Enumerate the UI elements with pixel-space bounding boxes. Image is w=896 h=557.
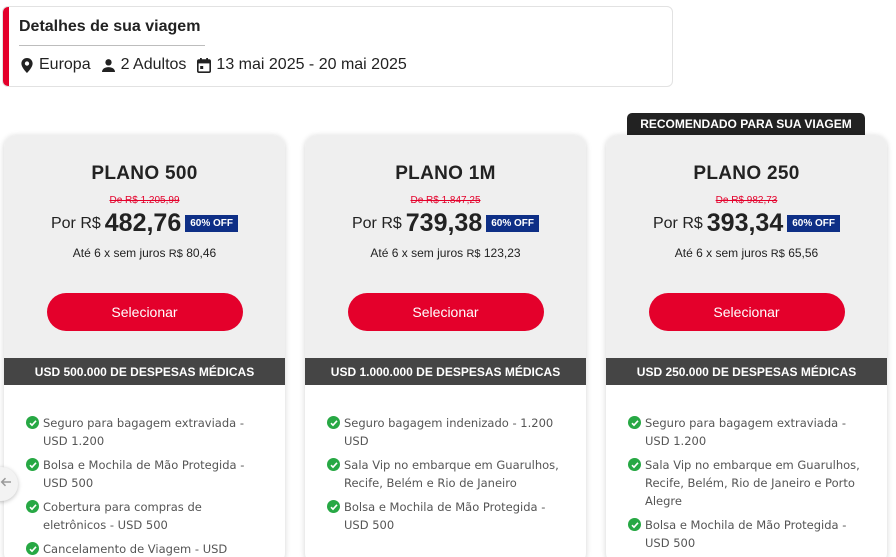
installment-currency: R$: [770, 248, 785, 260]
plan-old-price: De R$ 1.205,99: [109, 195, 180, 206]
select-plan-button[interactable]: Selecionar: [46, 293, 243, 331]
installment-value: 80,46: [182, 246, 217, 260]
discount-badge: 60% OFF: [185, 215, 239, 232]
feature-text: Bolsa e Mochila de Mão Protegida - USD 5…: [43, 458, 245, 490]
plan-card-500: PLANO 500 De R$ 1.205,99 Por R$ 482,76 6…: [4, 135, 285, 557]
trip-dates: 13 mai 2025 - 20 mai 2025: [196, 56, 407, 74]
check-circle-icon: [327, 416, 340, 429]
feature-item: Seguro para bagagem extraviada - USD 1.2…: [26, 414, 259, 450]
feature-text: Sala Vip no embarque em Guarulhos, Recif…: [344, 458, 559, 490]
installment-value: 123,23: [480, 246, 521, 260]
installment-text: Até 6 x sem juros: [72, 246, 169, 260]
check-circle-icon: [26, 458, 39, 471]
plan-price: 393,34: [706, 209, 784, 237]
check-circle-icon: [628, 518, 641, 531]
discount-badge: 60% OFF: [486, 215, 540, 232]
calendar-icon: [196, 57, 212, 73]
plan-price-prefix: Por R$: [652, 214, 703, 232]
location-pin-icon: [19, 57, 35, 73]
plan-name: PLANO 250: [693, 163, 800, 184]
plan-name: PLANO 500: [91, 163, 198, 184]
feature-list: Seguro para bagagem extraviada - USD 1.2…: [628, 414, 861, 557]
plan-name: PLANO 1M: [395, 163, 496, 184]
feature-item: Seguro para bagagem extraviada - USD 1.2…: [628, 414, 861, 450]
plan-installments: Até 6 x sem juros R$ 80,46: [4, 246, 285, 260]
check-circle-icon: [327, 500, 340, 513]
plan-installments: Até 6 x sem juros R$ 123,23: [305, 246, 586, 260]
plan-card-1m: PLANO 1M De R$ 1.847,25 Por R$ 739,38 60…: [305, 135, 586, 557]
feature-text: Seguro bagagem indenizado - 1.200 USD: [344, 416, 554, 448]
feature-text: Bolsa e Mochila de Mão Protegida - USD 5…: [645, 518, 847, 550]
check-circle-icon: [26, 542, 39, 555]
plan-price-row: Por R$ 482,76 60% OFF: [4, 209, 285, 238]
feature-list: Seguro bagagem indenizado - 1.200 USD Sa…: [327, 414, 560, 540]
feature-item: Seguro bagagem indenizado - 1.200 USD: [327, 414, 560, 450]
trip-travelers-text: 2 Adultos: [120, 56, 187, 73]
plan-price-prefix: Por R$: [50, 214, 101, 232]
arrow-left-icon: [0, 475, 12, 493]
coverage-bar: USD 500.000 DE DESPESAS MÉDICAS: [4, 358, 285, 385]
coverage-bar: USD 1.000.000 DE DESPESAS MÉDICAS: [305, 358, 586, 385]
feature-item: Bolsa e Mochila de Mão Protegida - USD 5…: [327, 498, 560, 534]
trip-travelers: 2 Adultos: [101, 56, 187, 74]
check-circle-icon: [327, 458, 340, 471]
check-circle-icon: [628, 458, 641, 471]
feature-text: Seguro para bagagem extraviada - USD 1.2…: [645, 416, 846, 448]
select-plan-button[interactable]: Selecionar: [347, 293, 544, 331]
feature-text: Seguro para bagagem extraviada - USD 1.2…: [43, 416, 244, 448]
trip-card-accent: [3, 7, 9, 86]
feature-text: Cobertura para compras de eletrônicos - …: [43, 500, 202, 532]
feature-text: Sala Vip no embarque em Guarulhos, Recif…: [645, 458, 860, 508]
plan-price: 739,38: [405, 209, 483, 237]
feature-text: Bolsa e Mochila de Mão Protegida - USD 5…: [344, 500, 546, 532]
plan-price-row: Por R$ 739,38 60% OFF: [305, 209, 586, 238]
discount-badge: 60% OFF: [787, 215, 841, 232]
feature-item: Sala Vip no embarque em Guarulhos, Recif…: [327, 456, 560, 492]
plan-card-250: PLANO 250 De R$ 982,73 Por R$ 393,34 60%…: [606, 135, 887, 557]
feature-item: Bolsa e Mochila de Mão Protegida - USD 5…: [628, 516, 861, 552]
check-circle-icon: [628, 416, 641, 429]
feature-item: Bolsa e Mochila de Mão Protegida - USD 5…: [26, 456, 259, 492]
trip-dates-text: 13 mai 2025 - 20 mai 2025: [216, 56, 407, 73]
plan-price-prefix: Por R$: [351, 214, 402, 232]
feature-item: Cancelamento de Viagem - USD: [26, 540, 259, 557]
check-circle-icon: [26, 416, 39, 429]
installment-text: Até 6 x sem juros: [370, 246, 467, 260]
plan-old-price: De R$ 1.847,25: [410, 195, 481, 206]
installment-value: 65,56: [784, 246, 819, 260]
trip-details-card: Detalhes de sua viagem Europa 2 Adultos …: [2, 6, 673, 87]
plan-installments: Até 6 x sem juros R$ 65,56: [606, 246, 887, 260]
plan-price-row: Por R$ 393,34 60% OFF: [606, 209, 887, 238]
installment-currency: R$: [466, 248, 481, 260]
installment-currency: R$: [168, 248, 183, 260]
recommended-badge: RECOMENDADO PARA SUA VIAGEM: [627, 113, 865, 135]
select-plan-button[interactable]: Selecionar: [648, 293, 845, 331]
feature-text: Cancelamento de Viagem - USD: [43, 542, 228, 556]
trip-destination-text: Europa: [39, 56, 91, 73]
feature-list: Seguro para bagagem extraviada - USD 1.2…: [26, 414, 259, 557]
installment-text: Até 6 x sem juros: [674, 246, 771, 260]
person-icon: [101, 57, 117, 73]
coverage-bar: USD 250.000 DE DESPESAS MÉDICAS: [606, 358, 887, 385]
trip-details-title: Detalhes de sua viagem: [19, 18, 201, 35]
trip-destination: Europa: [19, 56, 91, 74]
check-circle-icon: [26, 500, 39, 513]
trip-summary: Europa 2 Adultos 13 mai 2025 - 20 mai 20…: [19, 56, 417, 74]
feature-item: Cobertura para compras de eletrônicos - …: [26, 498, 259, 534]
feature-item: Sala Vip no embarque em Guarulhos, Recif…: [628, 456, 861, 510]
plan-price: 482,76: [104, 209, 182, 237]
trip-title-divider: [19, 45, 205, 46]
plan-old-price: De R$ 982,73: [715, 195, 778, 206]
